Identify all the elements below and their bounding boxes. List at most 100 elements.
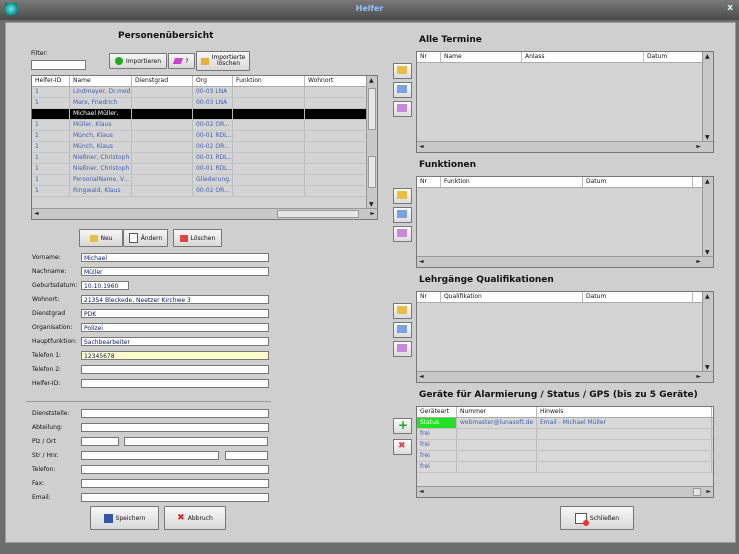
scroll-right-icon[interactable]: ► [696,258,701,265]
persons-table[interactable]: Helfer-ID Name Dienstgrad Org Funktion W… [31,75,378,220]
table-row[interactable]: 1 Ringwald, Klaus 00-02 OR... [32,186,367,197]
table-cell: 00-03 LNA [193,98,233,108]
lehrgaenge-hscroll[interactable]: ◄ ► [417,371,713,382]
email-input[interactable] [81,493,269,502]
hscroll-thumb[interactable] [277,210,359,218]
scroll-right-icon[interactable]: ► [370,210,375,217]
funktionen-hscroll[interactable]: ◄ ► [417,256,713,267]
nachname-label: Nachname: [32,268,67,275]
table-cell [233,131,305,141]
tel1-input[interactable]: 12345678 [81,351,269,360]
plz-input[interactable] [81,437,119,446]
save-button[interactable]: Speichern [90,506,159,530]
termine-vscroll[interactable]: ▲ ▼ [702,52,713,142]
tel2-input[interactable] [81,365,269,374]
wohnort-input[interactable]: 21354 Bleckede, Neetzer Kirchwe 3 [81,295,269,304]
scroll-left-icon[interactable]: ◄ [419,258,424,265]
scroll-left-icon[interactable]: ◄ [34,210,39,217]
scroll-thumb-2[interactable] [368,156,376,188]
table-cell: 00-03 LNA [193,87,233,97]
cancel-button[interactable]: ✖ Abbruch [164,506,226,530]
new-button[interactable]: Neu [79,229,123,247]
table-row[interactable]: 1 Münch, Klaus 00-02 OR... [32,142,367,153]
table-row[interactable]: 1 Müller, Klaus 00-02 OR... [32,120,367,131]
scroll-right-icon[interactable]: ► [696,143,701,150]
scroll-up-icon[interactable]: ▲ [705,178,710,185]
termine-hscroll[interactable]: ◄ ► [417,141,713,152]
close-button[interactable]: Schließen [560,506,634,530]
lehrgaenge-delete-button[interactable] [393,341,412,357]
scroll-up-icon[interactable]: ▲ [369,77,374,84]
nachname-input[interactable]: Müller [81,267,269,276]
question-button[interactable]: ? [168,53,195,69]
scroll-up-icon[interactable]: ▲ [705,293,710,300]
ort-input[interactable] [124,437,268,446]
str-input[interactable] [81,451,219,460]
change-button[interactable]: Ändern [123,229,168,247]
import-button[interactable]: Importieren [109,53,167,69]
device-row[interactable]: frei [417,451,713,462]
filter-input[interactable] [31,60,86,70]
table-row[interactable]: 1 Lindmayer, Dr.med.... 00-03 LNA [32,87,367,98]
geburt-label: Geburtsdatum: [32,282,78,289]
scroll-right-icon[interactable]: ► [706,488,711,495]
funktionen-add-button[interactable] [393,188,412,204]
table-row[interactable]: 1 Nießner, Christoph 00-01 RDL... [32,153,367,164]
scroll-thumb[interactable] [368,88,376,130]
table-row[interactable]: 1 Nießner, Christoph 00-01 RDL... [32,164,367,175]
lehrgaenge-table[interactable]: Nr Qualifikation Datum ▲ ▼ ◄ ► [416,291,714,383]
persons-vscroll[interactable]: ▲ ▼ [366,76,377,209]
table-row[interactable]: 1 PersonalName, V... Gliederung... [32,175,367,186]
hscroll-thumb[interactable] [693,488,701,496]
scroll-down-icon[interactable]: ▼ [705,364,710,371]
dienststelle-input[interactable] [81,409,269,418]
lehrgaenge-add-button[interactable] [393,303,412,319]
scroll-down-icon[interactable]: ▼ [705,249,710,256]
email-label: Email: [32,494,51,501]
table-row[interactable]: 1 Münch, Klaus 00-01 RDL... [32,131,367,142]
lehrgaenge-edit-button[interactable] [393,322,412,338]
scroll-up-icon[interactable]: ▲ [705,53,710,60]
helferid-input[interactable] [81,379,269,388]
geraete-add-button[interactable]: + [393,418,412,434]
termine-edit-button[interactable] [393,82,412,98]
close-icon[interactable]: x [727,3,733,13]
abteilung-input[interactable] [81,423,269,432]
geburt-input[interactable]: 10.10.1960 [81,281,129,290]
table-cell [305,98,367,108]
delete-button[interactable]: Löschen [173,229,222,247]
scroll-left-icon[interactable]: ◄ [419,143,424,150]
hnr-input[interactable] [225,451,268,460]
funktionen-edit-button[interactable] [393,207,412,223]
termine-delete-button[interactable] [393,101,412,117]
persons-hscroll[interactable]: ◄ ► [32,208,377,219]
funktionen-delete-button[interactable] [393,226,412,242]
geraete-table[interactable]: Geräteart Nummer Hinweis Status webmaster… [416,406,714,498]
vorname-input[interactable]: Michael [81,253,269,262]
delete-imported-button[interactable]: Importierte löschen [196,51,250,71]
org-input[interactable]: Polizei [81,323,269,332]
funktionen-table[interactable]: Nr Funktion Datum ▲ ▼ ◄ ► [416,176,714,268]
lehrgaenge-vscroll[interactable]: ▲ ▼ [702,292,713,372]
device-row[interactable]: frei [417,429,713,440]
scroll-left-icon[interactable]: ◄ [419,488,424,495]
scroll-down-icon[interactable]: ▼ [705,134,710,141]
telefon-input[interactable] [81,465,269,474]
table-row[interactable]: Michael Müller, [32,109,367,120]
device-row[interactable]: Status webmaster@lunasoft.de Email - Micha… [417,418,713,429]
scroll-left-icon[interactable]: ◄ [419,373,424,380]
geraete-hscroll[interactable]: ◄ ► [417,486,713,497]
device-row[interactable]: frei [417,462,713,473]
geraete-delete-button[interactable]: ✖ [393,439,412,455]
add-folder-icon [397,66,407,74]
fax-input[interactable] [81,479,269,488]
haupt-input[interactable]: Sachbearbeiter [81,337,269,346]
scroll-right-icon[interactable]: ► [696,373,701,380]
termine-table[interactable]: Nr Name Anlass Datum ▲ ▼ ◄ ► [416,51,714,153]
scroll-down-icon[interactable]: ▼ [369,201,374,208]
funktionen-vscroll[interactable]: ▲ ▼ [702,177,713,257]
device-row[interactable]: frei [417,440,713,451]
dienstgrad-input[interactable]: PDK [81,309,269,318]
termine-add-button[interactable] [393,63,412,79]
table-row[interactable]: 1 Marx, Friedrich 00-03 LNA [32,98,367,109]
